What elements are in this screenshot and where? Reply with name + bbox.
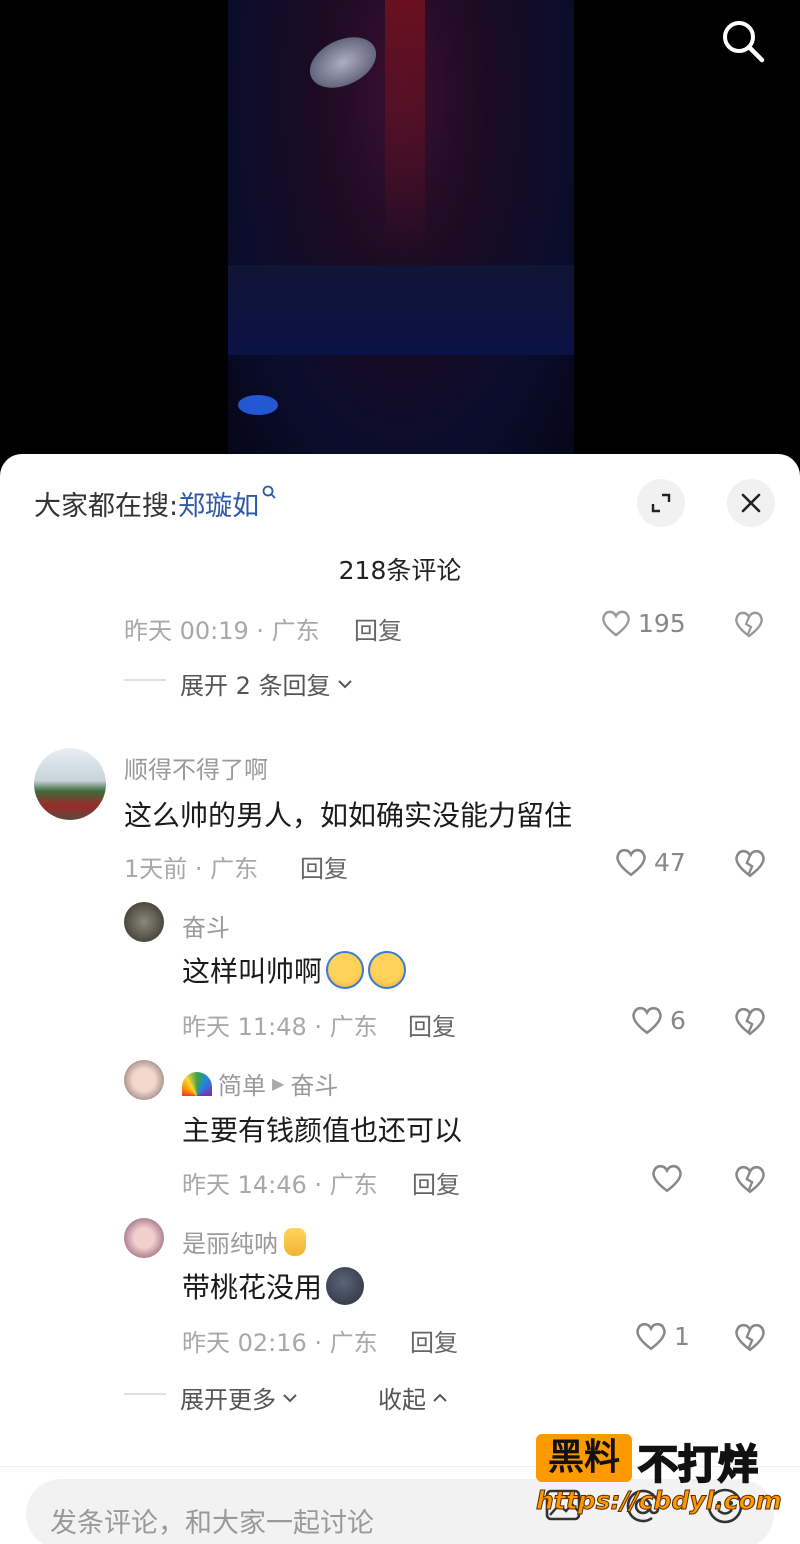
reply-username[interactable]: 是丽纯呐 — [182, 1224, 278, 1259]
reply-to-username[interactable]: 奋斗 — [290, 1066, 338, 1101]
expand-more-label: 展开更多 — [180, 1386, 276, 1414]
video-player[interactable] — [0, 0, 800, 470]
reply-button[interactable]: 回复 — [354, 611, 402, 646]
heart-icon — [602, 610, 630, 637]
like-count: 47 — [654, 847, 686, 877]
crying-laughing-emoji — [368, 951, 407, 989]
heart-icon — [616, 848, 646, 877]
chevron-down-icon — [283, 1393, 297, 1402]
search-icon — [723, 21, 765, 63]
comment-meta: 1天前 · 广东 — [124, 855, 259, 883]
chevron-up-icon — [433, 1393, 447, 1402]
reply-text: 主要有钱颜值也还可以 — [182, 1114, 463, 1147]
hot-search-keyword[interactable]: 郑璇如 — [178, 491, 259, 522]
comment-count: 218条评论 — [338, 556, 462, 585]
divider — [124, 1393, 166, 1395]
avatar[interactable] — [34, 748, 106, 820]
expand-sheet-button[interactable] — [637, 479, 685, 527]
collapse-label: 收起 — [378, 1386, 426, 1414]
dislike-button[interactable] — [733, 1163, 767, 1199]
dislike-button[interactable] — [733, 847, 767, 883]
comments-sheet: 大家都在搜:郑璇如 218条评论 昨天 00:19 · 广东 回复 195 展开… — [0, 454, 800, 1544]
reply-button[interactable]: 回复 — [408, 1007, 456, 1042]
reply-username-row: 简单 ▶ 奋斗 — [182, 1066, 338, 1101]
watermark-slogan: 不打烊 — [637, 1441, 759, 1489]
like-button[interactable]: 1 — [634, 1320, 690, 1352]
watermark-brand: 黑料 — [536, 1434, 632, 1482]
expand-replies-label: 展开 2 条回复 — [180, 672, 331, 700]
broken-heart-icon — [735, 1007, 765, 1036]
hot-search-prefix: 大家都在搜: — [34, 491, 179, 522]
reply-text: 这样叫帅啊 — [182, 955, 323, 988]
reply-button[interactable]: 回复 — [410, 1323, 458, 1358]
reply-meta: 昨天 14:46 · 广东 — [182, 1171, 378, 1199]
reply-button[interactable]: 回复 — [300, 849, 348, 884]
heart-icon — [632, 1006, 662, 1035]
comment-text: 这么帅的男人，如如确实没能力留住 — [124, 799, 573, 832]
crying-laughing-emoji — [326, 951, 365, 989]
broken-heart-icon — [735, 1323, 765, 1352]
like-count: 1 — [674, 1321, 690, 1351]
video-stage — [228, 265, 574, 355]
reply-username[interactable]: 奋斗 — [182, 908, 230, 943]
reply-username[interactable]: 简单 — [218, 1066, 266, 1101]
reply-text-row: 这样叫帅啊 — [182, 950, 407, 990]
expand-replies-button[interactable]: 展开 2 条回复 — [180, 666, 353, 701]
comment-username[interactable]: 顺得不得了啊 — [124, 750, 268, 785]
reply-text: 带桃花没用 — [182, 1271, 323, 1304]
avatar[interactable] — [124, 1060, 164, 1100]
dark-face-emoji — [326, 1267, 365, 1305]
broken-heart-icon — [735, 1165, 765, 1194]
video-beam — [385, 0, 425, 250]
close-button[interactable] — [727, 479, 775, 527]
dislike-button[interactable] — [733, 1321, 767, 1357]
expand-icon — [651, 493, 671, 513]
like-button[interactable] — [650, 1162, 690, 1194]
like-button[interactable]: 195 — [600, 608, 686, 638]
hot-search[interactable]: 大家都在搜:郑璇如 — [34, 484, 277, 523]
search-button[interactable] — [718, 16, 768, 66]
mini-search-icon — [262, 485, 276, 499]
heart-icon — [652, 1164, 682, 1193]
victory-hand-emoji — [284, 1227, 306, 1256]
watermark: 黑料 不打烊 https://cbdyl.com — [536, 1430, 782, 1520]
reply-button[interactable]: 回复 — [412, 1165, 460, 1200]
avatar[interactable] — [124, 902, 164, 942]
reply-arrow-icon: ▶ — [272, 1074, 285, 1093]
avatar[interactable] — [124, 1218, 164, 1258]
collapse-button[interactable]: 收起 — [378, 1380, 448, 1415]
divider — [124, 679, 166, 681]
heart-icon — [636, 1322, 666, 1351]
like-count: 195 — [638, 608, 686, 638]
reply-text-row: 带桃花没用 — [182, 1266, 365, 1306]
dislike-button[interactable] — [733, 609, 765, 643]
like-button[interactable]: 6 — [630, 1004, 686, 1036]
watermark-url: https://cbdyl.com — [536, 1486, 783, 1516]
reply-meta: 昨天 02:16 · 广东 — [182, 1329, 378, 1357]
reply-meta: 昨天 11:48 · 广东 — [182, 1013, 378, 1041]
video-frame — [228, 0, 574, 470]
dislike-button[interactable] — [733, 1005, 767, 1041]
video-light-shape — [301, 27, 385, 98]
broken-heart-icon — [735, 849, 765, 878]
chevron-down-icon — [337, 679, 352, 688]
expand-more-button[interactable]: 展开更多 — [180, 1380, 298, 1415]
like-count: 6 — [670, 1005, 686, 1035]
reply-username-row: 是丽纯呐 — [182, 1224, 306, 1259]
close-icon — [741, 493, 761, 513]
video-glow — [238, 395, 278, 415]
like-button[interactable]: 47 — [614, 846, 686, 878]
rainbow-emoji — [182, 1071, 212, 1096]
comment-meta: 昨天 00:19 · 广东 — [124, 617, 320, 645]
broken-heart-icon — [735, 611, 763, 638]
